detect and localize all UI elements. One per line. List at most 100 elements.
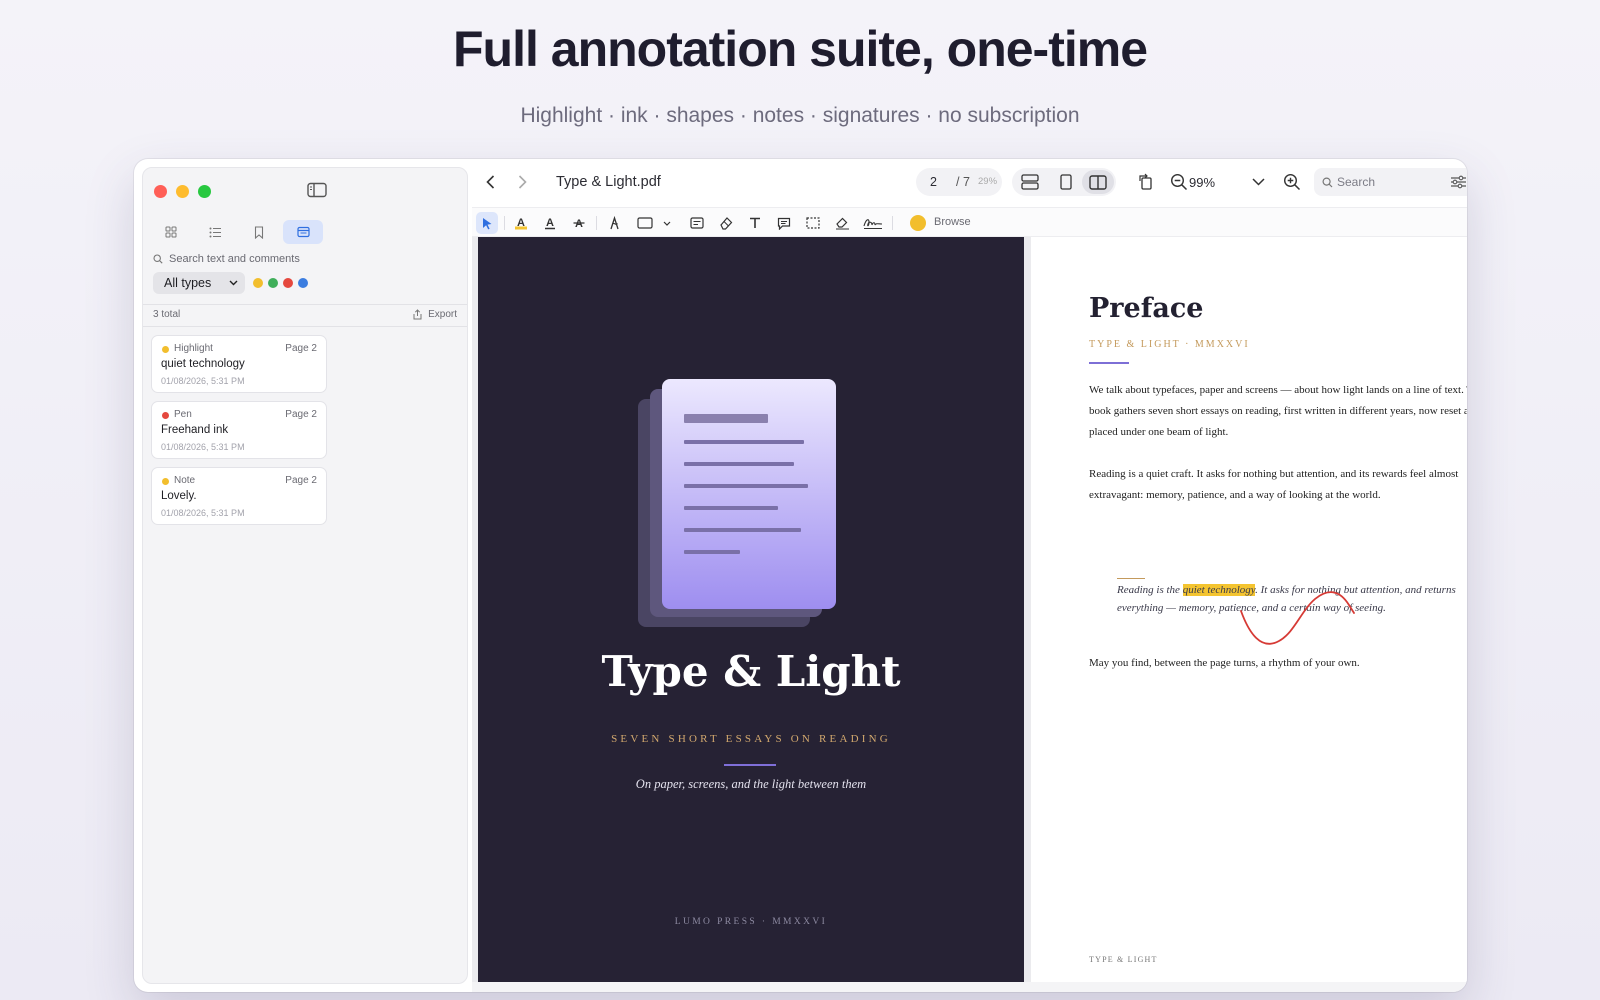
annotations-tab[interactable] (283, 220, 323, 244)
search-icon (1322, 177, 1333, 188)
back-button[interactable] (480, 172, 500, 192)
app-window: Search text and comments All types 3 tot… (134, 159, 1467, 992)
zoom-out-button[interactable] (1169, 172, 1189, 192)
page-progress: 29% (978, 176, 998, 187)
cover-subtitle: SEVEN SHORT ESSAYS ON READING (611, 733, 891, 745)
annotation-type: Note (174, 475, 196, 486)
browse-mode-label[interactable]: Browse (934, 216, 971, 228)
quote-text-start: Reading is the (1117, 584, 1183, 596)
document-illustration (638, 379, 836, 627)
horizontal-scrollbar[interactable] (472, 982, 1467, 992)
zoom-level[interactable]: 99% (1189, 175, 1215, 190)
separator (892, 216, 893, 230)
sidebar-toggle-icon[interactable] (307, 182, 327, 203)
outline-tab[interactable] (195, 220, 235, 244)
annotation-eraser-tool[interactable] (831, 212, 853, 234)
underline-tool[interactable]: A (539, 212, 561, 234)
two-page-button[interactable] (1088, 173, 1108, 191)
chevron-right-icon (518, 175, 527, 189)
minimize-window-button[interactable] (176, 185, 189, 198)
document-search-input[interactable]: Search (1314, 168, 1467, 196)
freehand-ink-annotation[interactable] (1239, 581, 1359, 649)
annotation-color-dot (162, 478, 169, 485)
cover-title: Type & Light (601, 647, 901, 696)
annotation-search[interactable]: Search text and comments (153, 253, 300, 265)
preface-title: Preface (1089, 293, 1204, 324)
zoom-in-button[interactable] (1282, 172, 1302, 192)
type-filter-value: All types (164, 276, 212, 290)
color-filter-dot[interactable] (268, 278, 278, 288)
continuous-scroll-icon (1021, 174, 1039, 190)
view-mode-group (1012, 168, 1116, 196)
annotation-color-dot (162, 412, 169, 419)
eraser-tool[interactable] (715, 212, 737, 234)
svg-text:A: A (517, 217, 525, 229)
annotation-card[interactable]: Highlight Page 2 quiet technology 01/08/202… (151, 335, 327, 393)
zoom-window-button[interactable] (198, 185, 211, 198)
color-filter-dot[interactable] (283, 278, 293, 288)
strikethrough-tool[interactable]: A (568, 212, 590, 234)
preface-closing-line: May you find, between the page turns, a … (1089, 657, 1360, 669)
highlighter-icon: A (515, 217, 527, 230)
grid-icon (165, 226, 177, 238)
two-page-icon (1089, 174, 1107, 190)
highlight-tool[interactable]: A (510, 212, 532, 234)
sidebar: Search text and comments All types 3 tot… (142, 167, 468, 984)
forward-button[interactable] (512, 172, 532, 192)
total-pages: / 7 (956, 175, 970, 189)
bookmarks-tab[interactable] (239, 220, 279, 244)
select-tool[interactable] (476, 212, 498, 234)
filter-sliders-icon (1451, 175, 1466, 189)
export-button[interactable]: Export (413, 309, 457, 320)
cursor-arrow-icon (482, 217, 491, 229)
annotation-card[interactable]: Pen Page 2 Freehand ink 01/08/2026, 5:31 PM (151, 401, 327, 459)
annotation-toolbar: A A A Browse (472, 207, 1467, 237)
text-t-icon (750, 217, 760, 228)
cover-page[interactable]: Type & Light SEVEN SHORT ESSAYS ON READI… (478, 237, 1024, 982)
thumbnails-tab[interactable] (151, 220, 191, 244)
single-page-button[interactable] (1056, 173, 1076, 191)
signature-icon (863, 219, 883, 229)
area-select-tool[interactable] (802, 212, 824, 234)
search-icon (153, 254, 163, 264)
document-canvas[interactable]: Type & Light SEVEN SHORT ESSAYS ON READI… (472, 237, 1467, 992)
annotation-page: Page 2 (285, 343, 317, 354)
preface-page[interactable]: Preface TYPE & LIGHT · MMXXVI We talk ab… (1031, 237, 1467, 982)
annotation-date: 01/08/2026, 5:31 PM (161, 442, 245, 452)
current-page[interactable]: 2 (930, 175, 937, 189)
annotation-date: 01/08/2026, 5:31 PM (161, 376, 245, 386)
preface-rule (1089, 362, 1129, 364)
divider (143, 304, 467, 305)
annotation-card[interactable]: Note Page 2 Lovely. 01/08/2026, 5:31 PM (151, 467, 327, 525)
annotation-page: Page 2 (285, 475, 317, 486)
separator (504, 216, 505, 230)
annotation-color-picker[interactable] (910, 215, 926, 231)
close-window-button[interactable] (154, 185, 167, 198)
rotate-button[interactable] (1137, 172, 1157, 192)
pen-tool[interactable] (603, 212, 625, 234)
type-filter-select[interactable]: All types (153, 272, 245, 294)
signature-tool[interactable] (860, 212, 886, 234)
bookmark-icon (254, 225, 264, 239)
divider (143, 326, 467, 327)
eraser-icon (720, 217, 733, 230)
svg-text:A: A (575, 218, 583, 230)
zoom-menu-button[interactable] (1248, 172, 1268, 192)
quote-rule (1117, 578, 1145, 579)
form-field-tool[interactable] (686, 212, 708, 234)
comment-tool[interactable] (773, 212, 795, 234)
annotation-color-dot (162, 346, 169, 353)
text-tool[interactable] (744, 212, 766, 234)
running-footer: TYPE & LIGHT (1089, 955, 1158, 964)
page-indicator[interactable]: 2 / 7 29% (916, 168, 1002, 196)
annotation-type: Pen (174, 409, 192, 420)
rectangle-icon (637, 217, 653, 229)
shape-tool[interactable] (632, 212, 658, 234)
color-filter-dot[interactable] (253, 278, 263, 288)
continuous-view-button[interactable] (1020, 173, 1040, 191)
color-filter-dot[interactable] (298, 278, 308, 288)
form-box-icon (690, 217, 704, 229)
shape-menu-button[interactable] (660, 212, 674, 234)
search-placeholder: Search (1337, 175, 1376, 189)
underline-icon: A (545, 217, 555, 230)
